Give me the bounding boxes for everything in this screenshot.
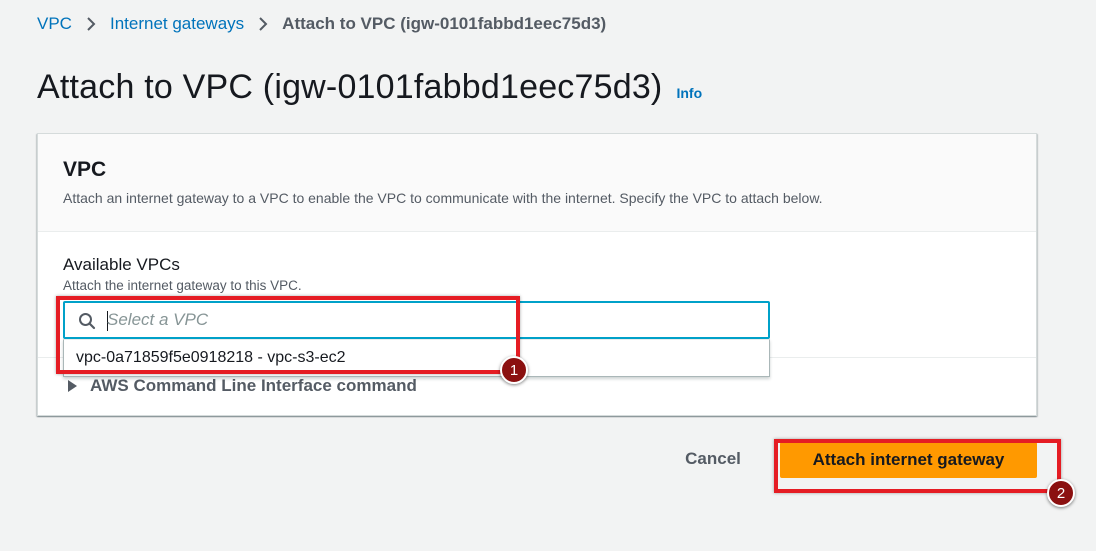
- page-title: Attach to VPC (igw-0101fabbd1eec75d3): [37, 68, 663, 106]
- vpc-search-box[interactable]: [63, 301, 770, 339]
- vpc-dropdown: vpc-0a71859f5e0918218 - vpc-s3-ec2: [63, 339, 770, 377]
- annotation-step-badge: 2: [1047, 479, 1075, 507]
- available-vpcs-label: Available VPCs: [63, 255, 180, 274]
- page-header: Attach to VPC (igw-0101fabbd1eec75d3) In…: [37, 68, 702, 107]
- attach-internet-gateway-button[interactable]: Attach internet gateway: [780, 442, 1037, 478]
- cancel-button[interactable]: Cancel: [668, 441, 758, 477]
- chevron-right-icon: [86, 16, 96, 32]
- info-link[interactable]: Info: [676, 85, 702, 101]
- vpc-search-input[interactable]: [107, 303, 757, 337]
- breadcrumb: VPC Internet gateways Attach to VPC (igw…: [37, 14, 606, 34]
- search-icon: [78, 312, 96, 330]
- chevron-right-icon: [258, 16, 268, 32]
- breadcrumb-internet-gateways[interactable]: Internet gateways: [110, 14, 244, 34]
- caret-right-icon: [68, 380, 77, 392]
- vpc-option[interactable]: vpc-0a71859f5e0918218 - vpc-s3-ec2: [76, 349, 346, 367]
- cli-label: AWS Command Line Interface command: [90, 376, 417, 395]
- breadcrumb-current: Attach to VPC (igw-0101fabbd1eec75d3): [282, 14, 607, 33]
- panel-header: VPC Attach an internet gateway to a VPC …: [38, 134, 1036, 232]
- breadcrumb-vpc[interactable]: VPC: [37, 14, 72, 34]
- cli-expander[interactable]: AWS Command Line Interface command: [68, 376, 417, 396]
- panel-description: Attach an internet gateway to a VPC to e…: [63, 190, 823, 206]
- vpc-panel: VPC Attach an internet gateway to a VPC …: [37, 133, 1037, 416]
- annotation-step-badge: 1: [500, 356, 528, 384]
- panel-title: VPC: [63, 158, 107, 181]
- available-vpcs-description: Attach the internet gateway to this VPC.: [63, 278, 302, 293]
